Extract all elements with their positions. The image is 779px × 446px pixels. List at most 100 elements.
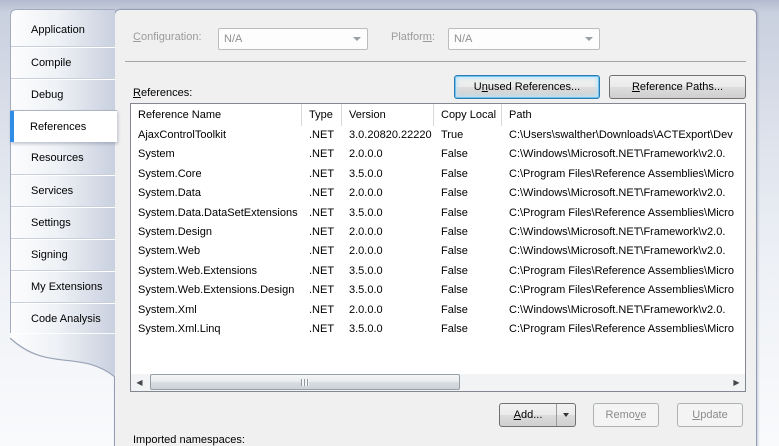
- sidebar-tab-label: Resources: [31, 152, 84, 164]
- cell-path: C:\Program Files\Reference Assemblies\Mi…: [502, 165, 745, 184]
- sidebar-tab-label: Signing: [31, 249, 68, 261]
- section-separator: [125, 61, 746, 62]
- column-header-copy-local[interactable]: Copy Local: [434, 104, 502, 126]
- reference-table-row[interactable]: System.Data .NET 2.0.0.0 False C:\Window…: [131, 184, 745, 203]
- sidebar-tab-my-extensions[interactable]: My Extensions: [11, 270, 115, 302]
- cell-reference-name: System.Core: [131, 165, 302, 184]
- sidebar-tab-settings[interactable]: Settings: [11, 206, 115, 238]
- cell-reference-name: System.Data: [131, 184, 302, 203]
- cell-type: .NET: [302, 223, 342, 242]
- scroll-left-arrow-icon[interactable]: ◀: [131, 374, 148, 391]
- references-table: Reference Name Type Version Copy Local P…: [130, 103, 746, 392]
- cell-path: C:\Windows\Microsoft.NET\Framework\v2.0.: [502, 145, 745, 164]
- cell-reference-name: System.Data.DataSetExtensions: [131, 204, 302, 223]
- cell-version: 2.0.0.0: [342, 301, 434, 320]
- cell-type: .NET: [302, 281, 342, 300]
- reference-table-row[interactable]: System.Web .NET 2.0.0.0 False C:\Windows…: [131, 242, 745, 261]
- unused-references-button[interactable]: Unused References...: [454, 75, 600, 99]
- sidebar: Application Compile Debug References Res…: [10, 9, 115, 381]
- column-header-type[interactable]: Type: [302, 104, 342, 126]
- chevron-down-icon: [353, 37, 361, 41]
- reference-table-row[interactable]: System.Web.Extensions.Design .NET 3.5.0.…: [131, 281, 745, 300]
- chevron-down-icon: [563, 413, 569, 417]
- scrollbar-grip-icon: [301, 379, 309, 386]
- cell-copy-local: False: [434, 184, 502, 203]
- cell-version: 2.0.0.0: [342, 145, 434, 164]
- cell-copy-local: False: [434, 145, 502, 164]
- sidebar-tab-application[interactable]: Application: [11, 14, 115, 46]
- cell-version: 2.0.0.0: [342, 242, 434, 261]
- sidebar-tab-compile[interactable]: Compile: [11, 46, 115, 78]
- reference-table-row[interactable]: AjaxControlToolkit .NET 3.0.20820.22220 …: [131, 126, 745, 145]
- sidebar-tab-code-analysis[interactable]: Code Analysis: [11, 302, 115, 334]
- references-table-body: AjaxControlToolkit .NET 3.0.20820.22220 …: [131, 126, 745, 374]
- cell-path: C:\Program Files\Reference Assemblies\Mi…: [502, 281, 745, 300]
- cell-type: .NET: [302, 165, 342, 184]
- column-header-path[interactable]: Path: [502, 104, 745, 126]
- cell-type: .NET: [302, 204, 342, 223]
- column-header-reference-name[interactable]: Reference Name: [131, 104, 302, 126]
- platform-combobox[interactable]: N/A: [448, 28, 600, 50]
- properties-page-panel: Configuration: N/A Platform: N/A Referen…: [114, 9, 757, 446]
- cell-version: 2.0.0.0: [342, 184, 434, 203]
- add-reference-split-button[interactable]: Add...: [499, 403, 576, 427]
- cell-type: .NET: [302, 184, 342, 203]
- reference-paths-button[interactable]: Reference Paths...: [609, 75, 746, 99]
- reference-table-row[interactable]: System.Core .NET 3.5.0.0 False C:\Progra…: [131, 165, 745, 184]
- reference-table-row[interactable]: System .NET 2.0.0.0 False C:\Windows\Mic…: [131, 145, 745, 164]
- add-button[interactable]: Add...: [500, 404, 556, 426]
- horizontal-scrollbar[interactable]: ◀ ▶: [131, 374, 745, 391]
- sidebar-tab-label: References: [30, 121, 86, 133]
- cell-copy-local: True: [434, 126, 502, 145]
- scroll-right-arrow-icon[interactable]: ▶: [728, 374, 745, 391]
- reference-table-row[interactable]: System.Xml.Linq .NET 3.5.0.0 False C:\Pr…: [131, 320, 745, 339]
- cell-copy-local: False: [434, 223, 502, 242]
- chevron-down-icon: [585, 37, 593, 41]
- sidebar-tab-label: Services: [31, 185, 73, 197]
- cell-path: C:\Windows\Microsoft.NET\Framework\v2.0.: [502, 184, 745, 203]
- cell-path: C:\Windows\Microsoft.NET\Framework\v2.0.: [502, 301, 745, 320]
- cell-type: .NET: [302, 145, 342, 164]
- cell-reference-name: System: [131, 145, 302, 164]
- configuration-label: Configuration:: [133, 31, 202, 43]
- sidebar-tab-label: Compile: [31, 57, 71, 69]
- sidebar-tab-resources[interactable]: Resources: [11, 142, 115, 174]
- cell-reference-name: System.Xml: [131, 301, 302, 320]
- cell-copy-local: False: [434, 301, 502, 320]
- scrollbar-thumb[interactable]: [150, 374, 460, 390]
- scrollbar-track[interactable]: [148, 374, 728, 391]
- references-table-header: Reference Name Type Version Copy Local P…: [131, 104, 745, 126]
- reference-table-row[interactable]: System.Data.DataSetExtensions .NET 3.5.0…: [131, 204, 745, 223]
- cell-version: 3.5.0.0: [342, 281, 434, 300]
- add-dropdown-button[interactable]: [556, 404, 575, 426]
- cell-copy-local: False: [434, 262, 502, 281]
- cell-version: 3.5.0.0: [342, 320, 434, 339]
- configuration-value: N/A: [224, 33, 242, 45]
- reference-table-row[interactable]: System.Design .NET 2.0.0.0 False C:\Wind…: [131, 223, 745, 242]
- cell-type: .NET: [302, 320, 342, 339]
- sidebar-tab-label: Code Analysis: [31, 313, 101, 325]
- references-label: References:: [133, 87, 192, 99]
- configuration-combobox[interactable]: N/A: [218, 28, 368, 50]
- cell-version: 3.5.0.0: [342, 204, 434, 223]
- cell-reference-name: System.Design: [131, 223, 302, 242]
- cell-copy-local: False: [434, 204, 502, 223]
- update-button[interactable]: Update: [677, 403, 743, 427]
- sidebar-tab-debug[interactable]: Debug: [11, 78, 115, 110]
- platform-value: N/A: [454, 33, 472, 45]
- sidebar-tab-services[interactable]: Services: [11, 174, 115, 206]
- cell-version: 2.0.0.0: [342, 223, 434, 242]
- sidebar-tab-signing[interactable]: Signing: [11, 238, 115, 270]
- reference-table-row[interactable]: System.Web.Extensions .NET 3.5.0.0 False…: [131, 262, 745, 281]
- cell-reference-name: System.Web: [131, 242, 302, 261]
- column-header-version[interactable]: Version: [342, 104, 434, 126]
- cell-type: .NET: [302, 262, 342, 281]
- sidebar-tab-label: Application: [31, 24, 85, 36]
- reference-table-row[interactable]: System.Xml .NET 2.0.0.0 False C:\Windows…: [131, 301, 745, 320]
- cell-path: C:\Users\swalther\Downloads\ACTExport\De…: [502, 126, 745, 145]
- sidebar-tab-references[interactable]: References: [10, 110, 117, 142]
- cell-type: .NET: [302, 126, 342, 145]
- cell-path: C:\Windows\Microsoft.NET\Framework\v2.0.: [502, 242, 745, 261]
- platform-label: Platform:: [391, 31, 435, 43]
- remove-button[interactable]: Remove: [593, 403, 659, 427]
